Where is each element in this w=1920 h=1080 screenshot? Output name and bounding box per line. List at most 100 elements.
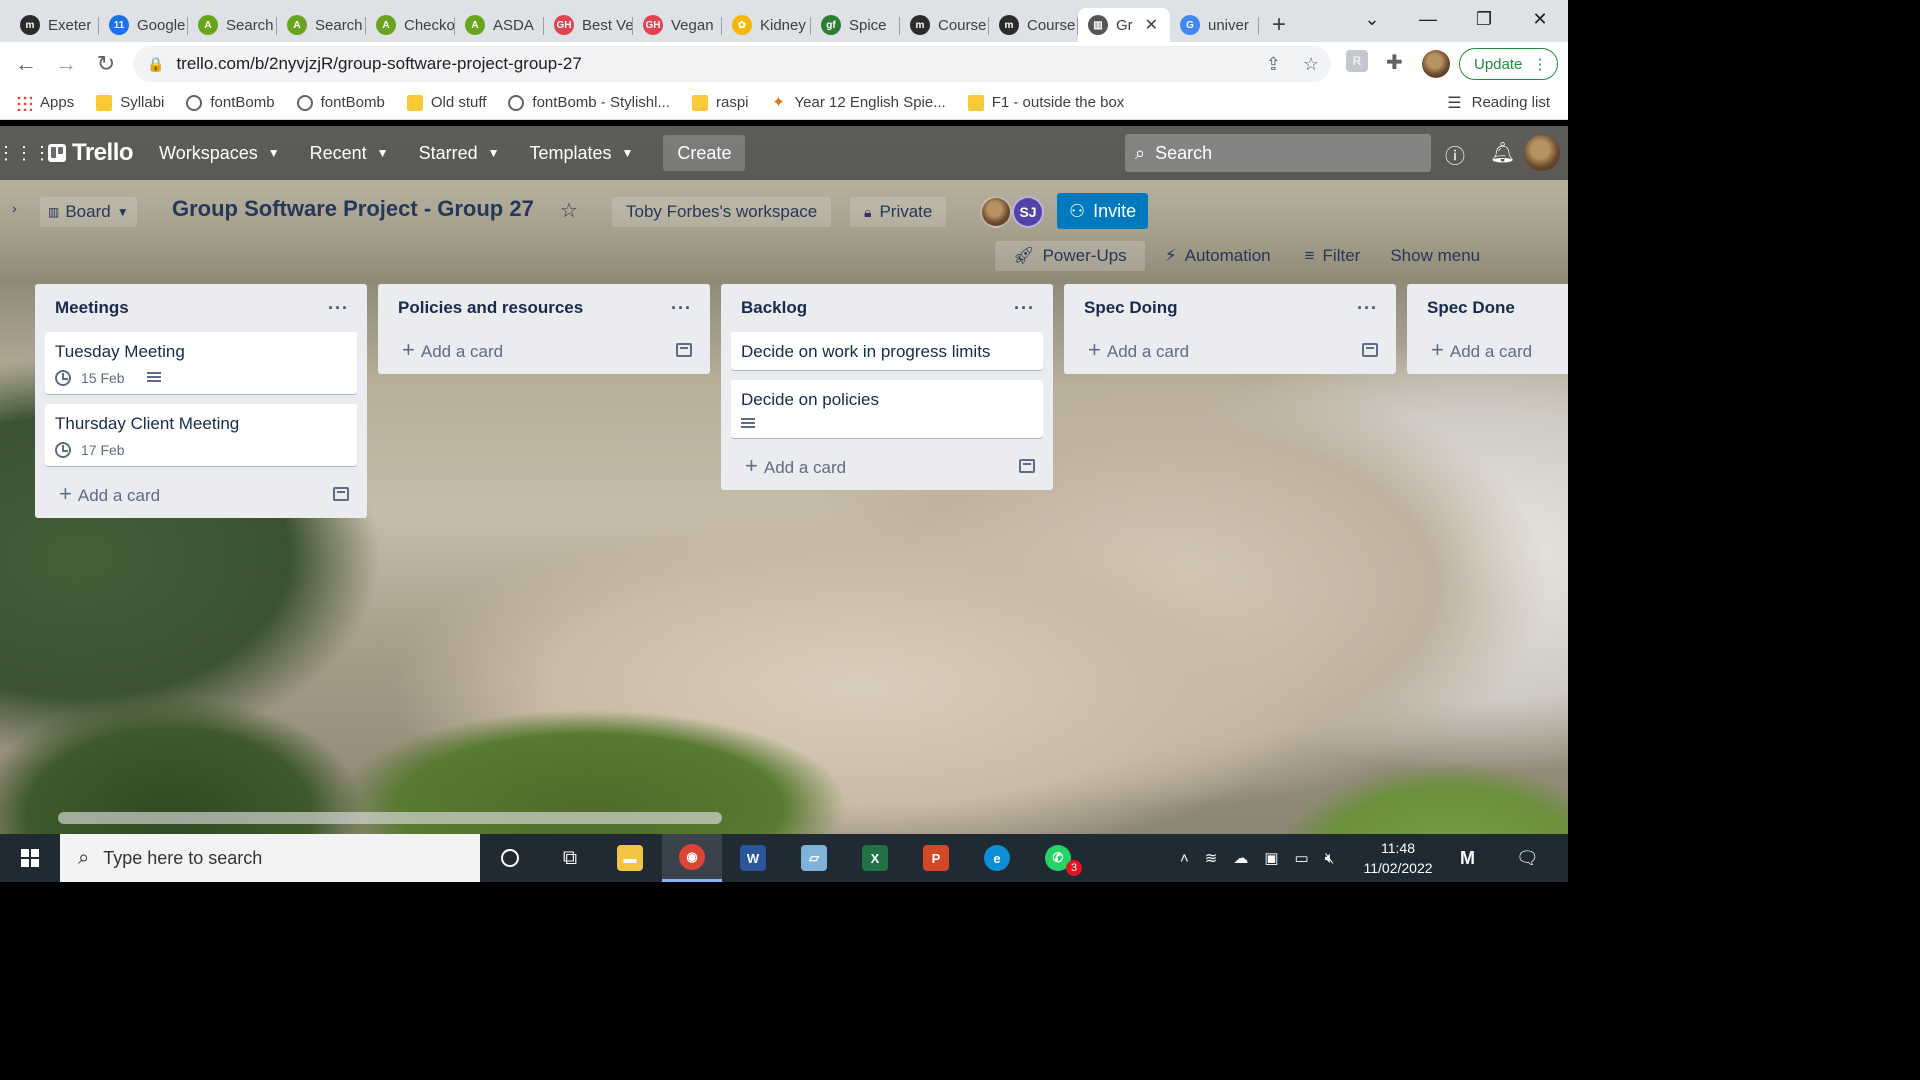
battery-icon[interactable]: ▭ xyxy=(1295,849,1309,867)
profile-avatar[interactable] xyxy=(1422,50,1450,78)
card-template-icon[interactable] xyxy=(333,487,349,501)
list-header[interactable]: Meetings ··· xyxy=(45,284,357,332)
bookmark-item[interactable]: Apps xyxy=(16,94,74,111)
close-window-button[interactable]: ✕ xyxy=(1512,0,1568,38)
card-template-icon[interactable] xyxy=(676,343,692,357)
excel-taskbar-button[interactable]: X xyxy=(845,834,905,882)
list-header[interactable]: Spec Done xyxy=(1417,284,1568,332)
update-button[interactable]: Update ⋮ xyxy=(1459,48,1559,80)
user-avatar[interactable] xyxy=(1524,135,1560,171)
reading-list-button[interactable]: ☰ Reading list xyxy=(1447,93,1550,113)
workspace-button[interactable]: Toby Forbes's workspace xyxy=(612,197,832,227)
list-title[interactable]: Spec Done xyxy=(1427,298,1515,318)
bookmark-item[interactable]: Old stuff xyxy=(406,94,486,111)
browser-tab[interactable]: GH Vegan xyxy=(633,8,722,42)
card[interactable]: Decide on work in progress limits xyxy=(731,332,1043,370)
board-horizontal-scrollbar[interactable] xyxy=(58,812,722,824)
bookmark-star-icon[interactable]: ☆ xyxy=(1303,54,1319,75)
notification-bell-icon[interactable]: 🔔︎ xyxy=(1490,140,1515,165)
show-menu-button[interactable]: Show menu xyxy=(1390,246,1480,266)
share-icon[interactable]: ⇪ xyxy=(1266,54,1281,75)
sidebar-expand-chevron-icon[interactable]: › xyxy=(12,200,17,216)
list-actions-icon[interactable]: ··· xyxy=(1014,298,1035,319)
start-button[interactable] xyxy=(0,834,60,882)
restore-button[interactable]: ❐ xyxy=(1456,0,1512,38)
templates-menu[interactable]: Templates ▼ xyxy=(529,143,633,164)
list-title[interactable]: Policies and resources xyxy=(398,298,583,318)
bookmark-item[interactable]: raspi xyxy=(691,94,749,111)
browser-tab[interactable]: m Course xyxy=(989,8,1078,42)
list-actions-icon[interactable]: ··· xyxy=(1357,298,1378,319)
display-icon[interactable]: ▣ xyxy=(1264,849,1278,867)
browser-tab[interactable]: gf Spice xyxy=(811,8,900,42)
visibility-button[interactable]: 🔒︎ Private xyxy=(850,197,947,227)
onedrive-icon[interactable]: ☁ xyxy=(1233,849,1248,867)
search-input[interactable]: ⌕ Search xyxy=(1125,134,1431,172)
list-actions-icon[interactable]: ··· xyxy=(671,298,692,319)
taskbar-search-input[interactable]: ⌕ Type here to search xyxy=(60,834,480,882)
powerups-button[interactable]: 🚀︎ Power-Ups xyxy=(995,241,1145,271)
bookmark-item[interactable]: Syllabi xyxy=(96,94,164,111)
workspaces-menu[interactable]: Workspaces ▼ xyxy=(159,143,280,164)
extension-icon[interactable]: R xyxy=(1346,50,1368,72)
network-icon[interactable]: ≋ xyxy=(1205,849,1218,867)
trello-logo[interactable]: Trello xyxy=(48,139,134,167)
show-hidden-icons-chevron-icon[interactable]: ˄ xyxy=(1180,850,1189,867)
card[interactable]: Tuesday Meeting 15 Feb xyxy=(45,332,357,394)
browser-tab[interactable]: ✿ Kidney xyxy=(722,8,811,42)
list-title[interactable]: Meetings xyxy=(55,298,129,318)
input-indicator-icon[interactable]: M xyxy=(1460,834,1475,882)
member-avatar-initials[interactable]: SJ xyxy=(1012,196,1044,228)
task-view-icon[interactable]: ⧉ xyxy=(540,834,600,882)
invite-button[interactable]: ⚇ Invite xyxy=(1057,193,1149,229)
minimize-button[interactable]: — xyxy=(1400,0,1456,38)
list-actions-icon[interactable]: ··· xyxy=(328,298,349,319)
board-title[interactable]: Group Software Project - Group 27 xyxy=(172,196,534,222)
card[interactable]: Decide on policies xyxy=(731,380,1043,438)
reload-button[interactable]: ↻ xyxy=(86,44,126,84)
board-view-switcher[interactable]: ▥ Board ▼ xyxy=(40,197,137,227)
forward-button[interactable]: → xyxy=(46,44,86,84)
browser-tab[interactable]: A Checkout xyxy=(366,8,455,42)
browser-tab[interactable]: A Search xyxy=(188,8,277,42)
add-card-button[interactable]: + Add a card xyxy=(388,332,700,368)
card[interactable]: Thursday Client Meeting 17 Feb xyxy=(45,404,357,466)
tab-search-chevron-icon[interactable]: ⌄ xyxy=(1344,0,1400,38)
list-title[interactable]: Backlog xyxy=(741,298,807,318)
card-template-icon[interactable] xyxy=(1362,343,1378,357)
info-icon[interactable]: ⓘ xyxy=(1445,140,1465,169)
member-avatar[interactable] xyxy=(980,196,1012,228)
new-tab-button[interactable]: + xyxy=(1259,8,1299,42)
list-header[interactable]: Backlog ··· xyxy=(731,284,1043,332)
list-header[interactable]: Spec Doing ··· xyxy=(1074,284,1386,332)
bookmark-item[interactable]: fontBomb xyxy=(296,94,385,111)
browser-tab[interactable]: Guniver xyxy=(1170,8,1259,42)
add-card-button[interactable]: + Add a card xyxy=(1417,332,1568,368)
action-center-icon[interactable]: 🗨︎ xyxy=(1516,834,1539,882)
chrome-taskbar-button[interactable]: ◉ xyxy=(662,834,722,882)
bookmark-item[interactable]: fontBomb - Stylishl... xyxy=(508,94,670,111)
back-button[interactable]: ← xyxy=(6,44,46,84)
whatsapp-taskbar-button[interactable]: ✆ 3 xyxy=(1028,834,1088,882)
filter-button[interactable]: ≡ Filter xyxy=(1305,246,1361,266)
list-header[interactable]: Policies and resources ··· xyxy=(388,284,700,332)
file-explorer-taskbar-button[interactable]: ▬ xyxy=(600,834,660,882)
cortana-icon[interactable] xyxy=(480,834,540,882)
notepad-taskbar-button[interactable]: ▱ xyxy=(784,834,844,882)
add-card-button[interactable]: + Add a card xyxy=(731,448,1043,484)
bookmark-item[interactable]: F1 - outside the box xyxy=(967,94,1124,111)
edge-taskbar-button[interactable]: e xyxy=(967,834,1027,882)
bookmark-item[interactable]: ✦ Year 12 English Spie... xyxy=(771,94,946,111)
browser-tab[interactable]: A Search xyxy=(277,8,366,42)
add-card-button[interactable]: + Add a card xyxy=(45,476,357,512)
bookmark-item[interactable]: fontBomb xyxy=(186,94,275,111)
starred-menu[interactable]: Starred ▼ xyxy=(419,143,500,164)
card-template-icon[interactable] xyxy=(1019,459,1035,473)
browser-tab[interactable]: m Course xyxy=(900,8,989,42)
taskbar-clock[interactable]: 11:48 11/02/2022 xyxy=(1360,838,1436,878)
powerpoint-taskbar-button[interactable]: P xyxy=(906,834,966,882)
browser-tab[interactable]: m Exeter xyxy=(10,8,99,42)
create-button[interactable]: Create xyxy=(663,135,746,171)
list-title[interactable]: Spec Doing xyxy=(1084,298,1178,318)
address-bar[interactable]: 🔒 trello.com/b/2nyvjzjR/group-software-p… xyxy=(133,46,1331,82)
